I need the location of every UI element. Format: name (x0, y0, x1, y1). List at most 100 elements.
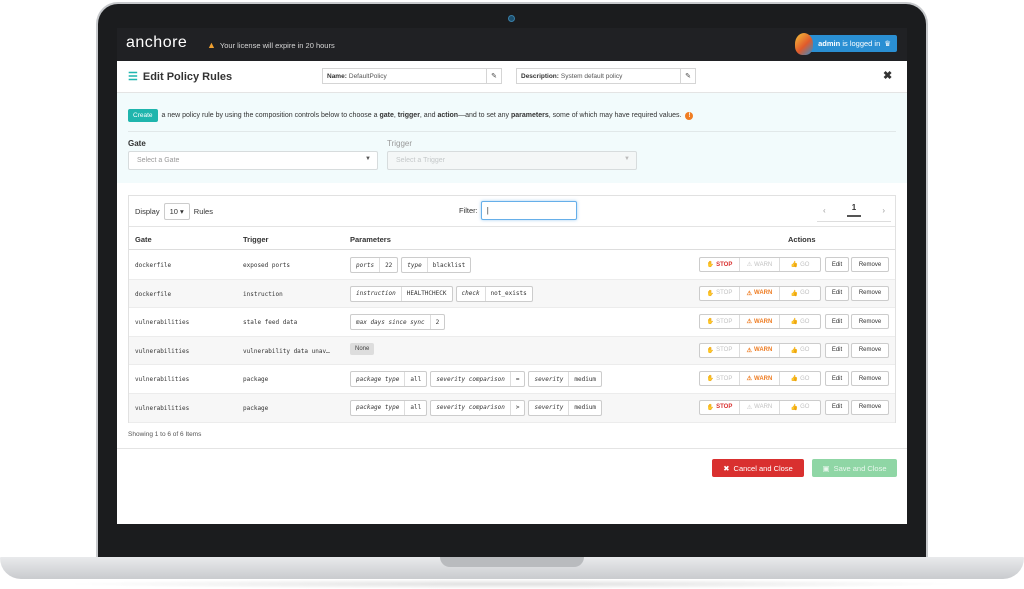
cancel-and-close-button[interactable]: ✖ Cancel and Close (712, 459, 804, 477)
stop-label: STOP (716, 261, 733, 268)
filter-input[interactable]: | (480, 201, 577, 220)
column-trigger[interactable]: Trigger (243, 235, 268, 244)
filter-label: Filter: (459, 206, 478, 215)
cell-actions: ✋ STOP ⚠ WARN 👍 GO Edit Remove (699, 257, 889, 272)
parameter-key: severity comparison (431, 372, 511, 387)
remove-button[interactable]: Remove (851, 257, 889, 272)
warn-action-button[interactable]: ⚠ WARN (740, 343, 780, 357)
remove-button[interactable]: Remove (851, 342, 889, 358)
stop-action-button[interactable]: ✋ STOP (700, 258, 740, 271)
cell-gate: vulnerabilities (135, 404, 190, 412)
hand-stop-icon: ✋ (706, 262, 715, 268)
cell-actions: ✋ STOP ⚠ WARN 👍 GO Edit Remove (699, 314, 889, 330)
pager-next-icon[interactable]: › (882, 206, 885, 215)
user-icon: ♛ (884, 39, 891, 48)
license-text: Your license will expire in 20 hours (219, 40, 335, 50)
page-size-value: 10 (169, 207, 178, 216)
stop-action-button[interactable]: ✋ STOP (700, 286, 740, 300)
table-row: dockerfile exposed ports ports 22 type blackl… (129, 251, 895, 280)
warn-action-button[interactable]: ⚠ WARN (740, 258, 780, 271)
display-control: Display 10 ▾ Rules (135, 203, 213, 220)
parameter-key: instruction (351, 286, 402, 301)
cell-trigger: instruction (243, 290, 283, 298)
warn-action-button[interactable]: ⚠ WARN (740, 400, 780, 414)
save-label: Save and Close (833, 463, 887, 473)
policy-name-field[interactable]: Name: DefaultPolicy ✎ (322, 68, 502, 84)
go-action-button[interactable]: 👍 GO (780, 401, 820, 414)
warn-label: WARN (754, 290, 773, 297)
edit-icon[interactable]: ✎ (486, 69, 501, 83)
parameter-key: package type (351, 400, 406, 415)
column-actions: Actions (788, 235, 816, 244)
edit-button[interactable]: Edit (825, 399, 849, 415)
pager-page-1[interactable]: 1 (846, 203, 862, 217)
go-label: GO (800, 318, 810, 325)
remove-button[interactable]: Remove (851, 399, 889, 415)
cell-trigger: stale feed data (243, 319, 298, 327)
parameter-value: medium (574, 375, 597, 383)
edit-button[interactable]: Edit (825, 314, 849, 330)
edit-icon[interactable]: ✎ (680, 69, 695, 83)
parameter-key: severity (529, 400, 570, 415)
stop-action-button[interactable]: ✋ STOP (700, 372, 740, 386)
remove-button[interactable]: Remove (851, 314, 889, 330)
rules-label: Rules (193, 207, 213, 216)
edit-button[interactable]: Edit (825, 285, 849, 301)
column-parameters[interactable]: Parameters (350, 235, 391, 244)
anchore-logo[interactable]: anchore (126, 34, 187, 52)
stop-action-button[interactable]: ✋ STOP (700, 400, 740, 414)
action-toggle-group: ✋ STOP ⚠ WARN 👍 GO (699, 342, 821, 358)
warn-action-button[interactable]: ⚠ WARN (740, 286, 780, 300)
parameter-value: medium (574, 404, 597, 412)
cell-parameters: ports 22 type blacklist (350, 257, 472, 273)
info-icon[interactable]: ! (685, 111, 694, 120)
warn-label: WARN (754, 404, 773, 411)
go-action-button[interactable]: 👍 GO (780, 372, 820, 385)
stop-label: STOP (716, 404, 733, 411)
trigger-word: trigger (397, 112, 420, 119)
close-icon[interactable]: ✖ (883, 69, 892, 82)
cancel-label: Cancel and Close (733, 463, 793, 473)
rule-composer: Create a new policy rule by using the co… (117, 93, 907, 183)
warn-action-button[interactable]: ⚠ WARN (740, 372, 780, 386)
modal-header: ☰ Edit Policy Rules Name: DefaultPolicy … (117, 61, 907, 93)
create-button[interactable]: Create (128, 109, 158, 122)
edit-button[interactable]: Edit (825, 342, 849, 358)
stop-label: STOP (716, 290, 733, 297)
table-header: Gate Trigger Parameters Actions (129, 226, 895, 250)
pager-prev-icon[interactable]: ‹ (823, 206, 826, 215)
stop-action-button[interactable]: ✋ STOP (700, 315, 740, 329)
rules-table-panel: Display 10 ▾ Rules Filter: | ‹ 1 › Gate … (128, 195, 896, 423)
warning-icon: ⚠ (746, 319, 753, 326)
modal-footer: ✖ Cancel and Close ▣ Save and Close (117, 448, 907, 524)
page-size-select[interactable]: 10 ▾ (163, 203, 190, 220)
thumbs-up-icon: 👍 (790, 319, 799, 326)
save-and-close-button[interactable]: ▣ Save and Close (812, 459, 897, 477)
gate-select[interactable]: Select a Gate ▼ (128, 151, 378, 170)
cell-actions: ✋ STOP ⚠ WARN 👍 GO Edit Remove (699, 342, 889, 358)
stop-action-button[interactable]: ✋ STOP (700, 343, 740, 357)
caret-down-icon: ▼ (624, 156, 630, 162)
thumbs-up-icon: 👍 (790, 347, 799, 354)
user-menu-button[interactable]: admin is logged in ♛ (795, 33, 897, 55)
go-action-button[interactable]: 👍 GO (780, 344, 820, 357)
none-badge: None (350, 342, 375, 355)
column-gate[interactable]: Gate (135, 235, 152, 244)
remove-button[interactable]: Remove (851, 371, 889, 387)
admin-status: is logged in (842, 39, 881, 48)
warn-label: WARN (754, 347, 773, 354)
go-action-button[interactable]: 👍 GO (780, 258, 820, 271)
comma: , (393, 112, 396, 119)
parameter-value: = (515, 375, 520, 383)
laptop-shadow (60, 579, 964, 589)
policy-description-field[interactable]: Description: System default policy ✎ (516, 68, 696, 84)
action-toggle-group: ✋ STOP ⚠ WARN 👍 GO (699, 314, 821, 330)
edit-button[interactable]: Edit (825, 371, 849, 387)
go-action-button[interactable]: 👍 GO (780, 287, 820, 300)
license-notice: ▲ Your license will expire in 20 hours (207, 40, 335, 50)
warn-action-button[interactable]: ⚠ WARN (740, 315, 780, 329)
edit-button[interactable]: Edit (825, 257, 849, 272)
pagination: ‹ 1 › (817, 201, 891, 219)
remove-button[interactable]: Remove (851, 285, 889, 301)
go-action-button[interactable]: 👍 GO (780, 315, 820, 328)
